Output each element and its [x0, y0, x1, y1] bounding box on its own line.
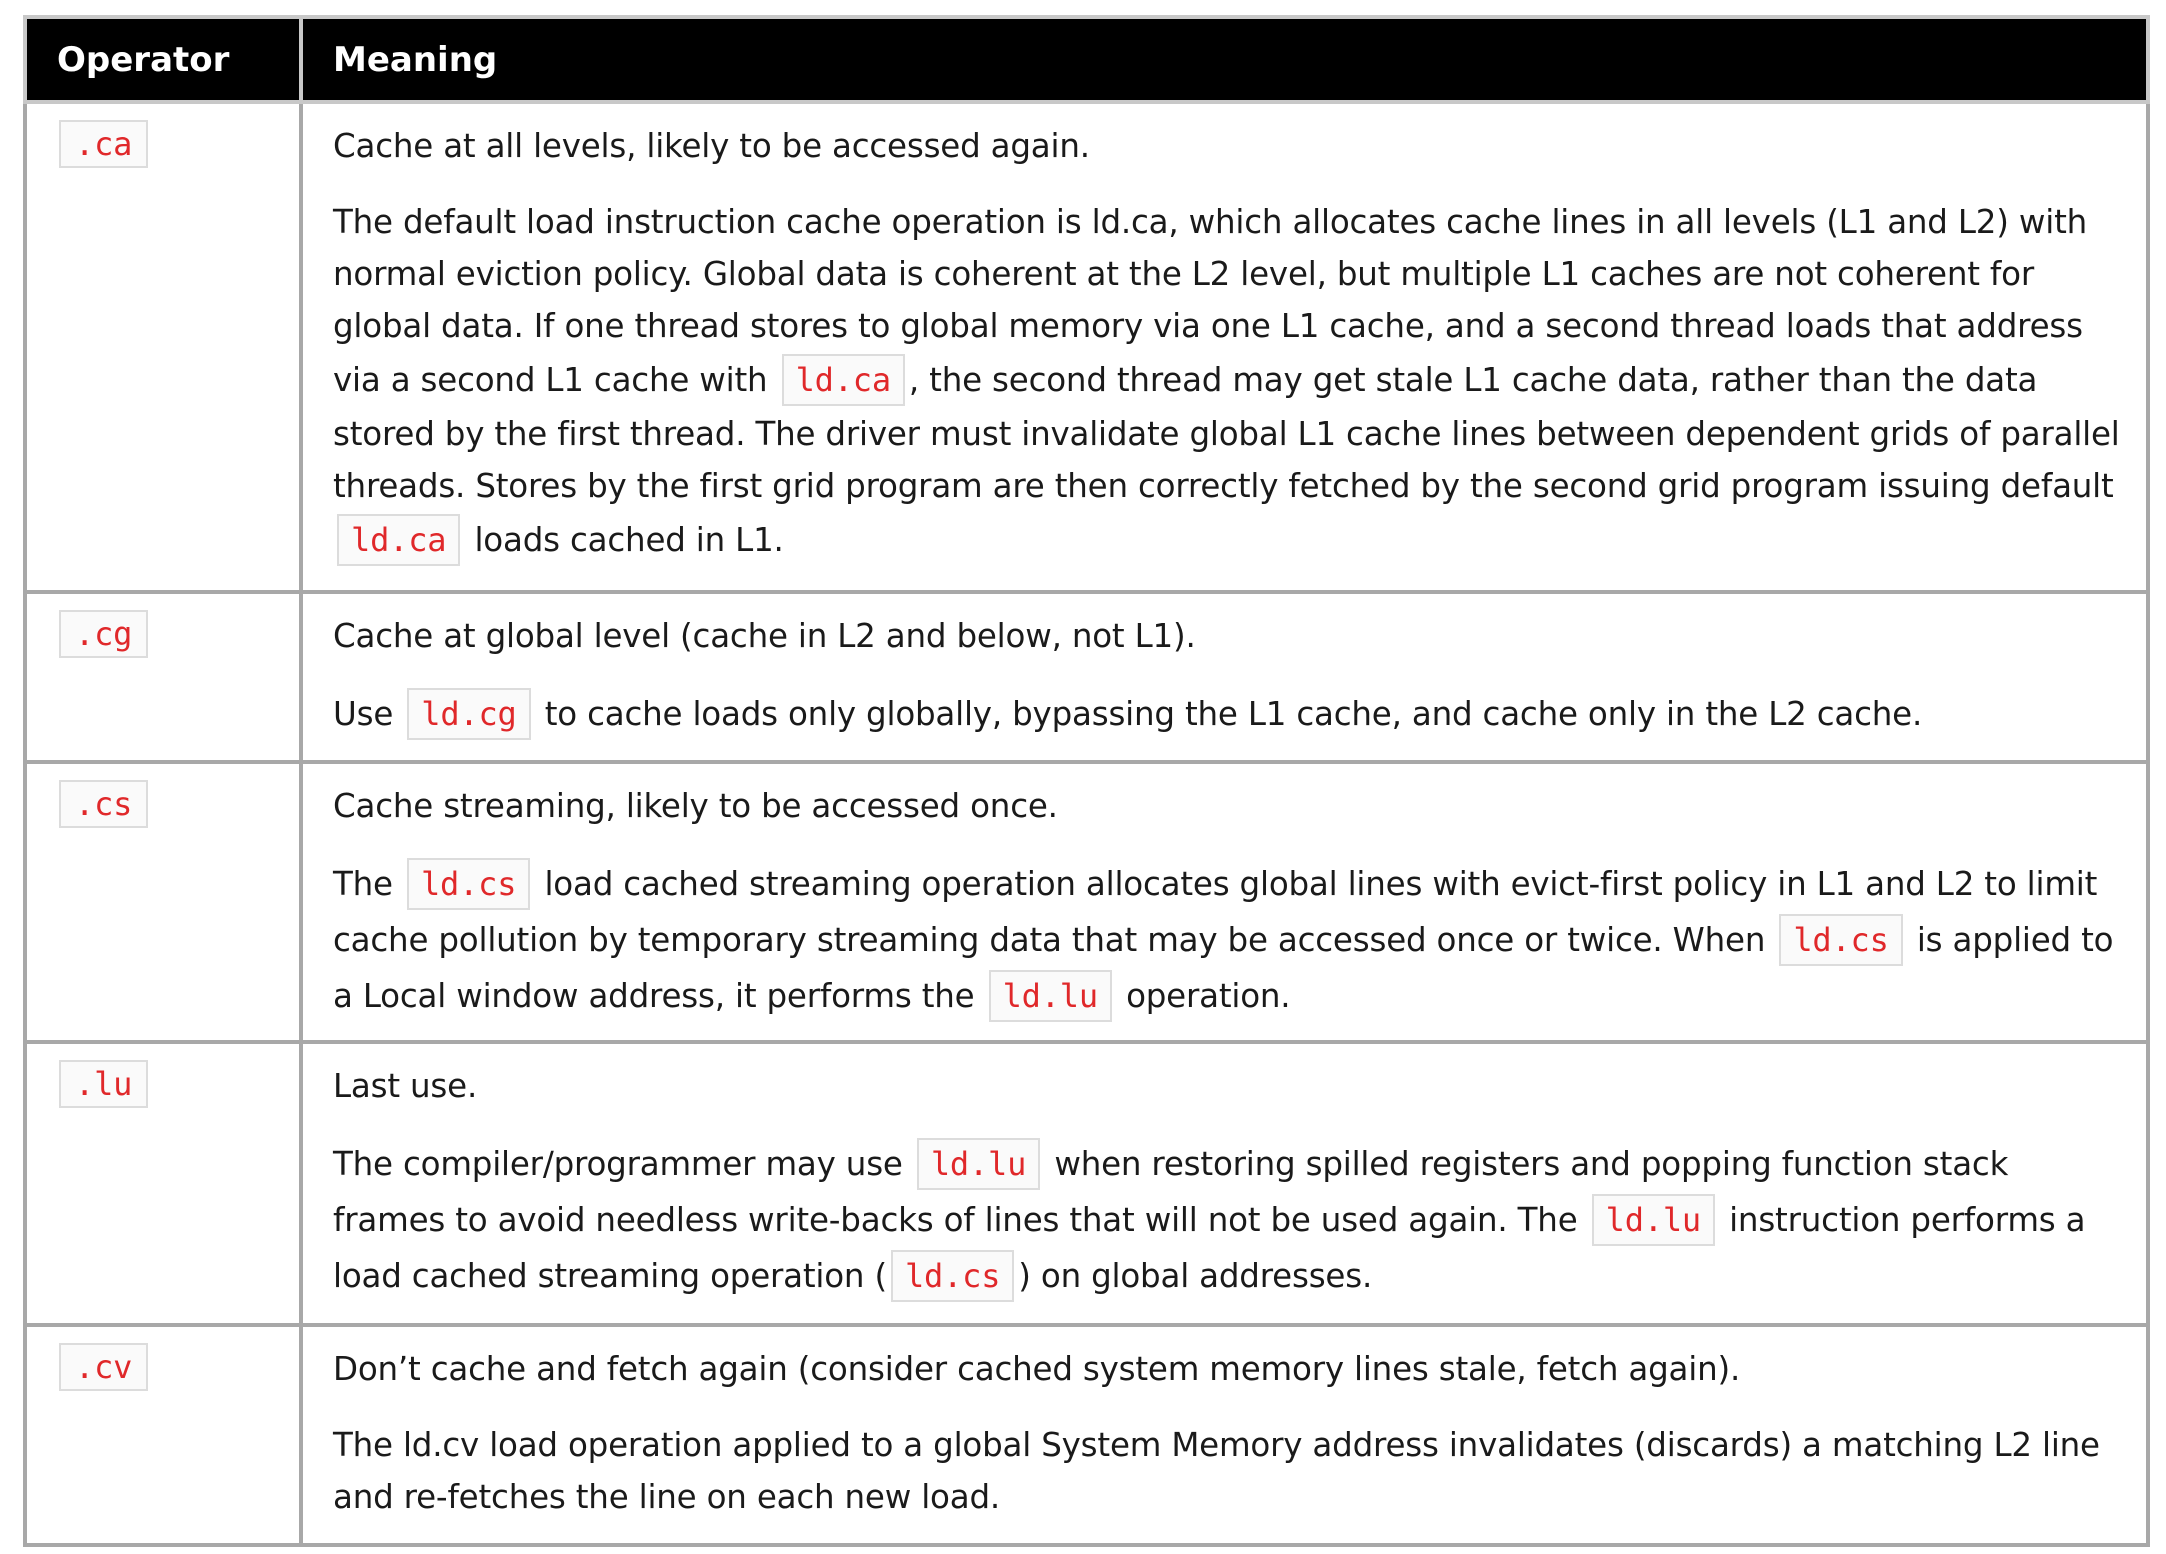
operator-code: .ca	[59, 120, 149, 168]
inline-code: ld.cg	[407, 688, 531, 740]
operator-cell: .cv	[23, 1323, 303, 1547]
meaning-summary: Cache at all levels, likely to be access…	[333, 127, 1090, 165]
details-text: operation.	[1115, 977, 1291, 1015]
meaning-cell: Last use. The compiler/programmer may us…	[299, 1040, 2150, 1327]
header-operator: Operator	[23, 15, 303, 104]
meaning-details: The ld.cs load cached streaming operatio…	[333, 856, 2126, 1024]
details-text: The compiler/programmer may use	[333, 1145, 913, 1183]
table-row: .lu Last use. The compiler/programmer ma…	[23, 1040, 2150, 1327]
header-meaning: Meaning	[299, 15, 2150, 104]
operator-code: .cs	[59, 780, 149, 828]
table-row: .cg Cache at global level (cache in L2 a…	[23, 590, 2150, 764]
operator-code: .lu	[59, 1060, 149, 1108]
inline-code: ld.ca	[781, 354, 905, 406]
operator-cell: .cg	[23, 590, 303, 764]
table-row: .ca Cache at all levels, likely to be ac…	[23, 100, 2150, 594]
meaning-details: The ld.cv load operation applied to a gl…	[333, 1419, 2126, 1523]
meaning-summary: Last use.	[333, 1067, 478, 1105]
inline-code: ld.lu	[1591, 1194, 1715, 1246]
details-text: ) on global addresses.	[1018, 1257, 1373, 1295]
details-text: loads cached in L1.	[464, 521, 784, 559]
meaning-summary: Cache at global level (cache in L2 and b…	[333, 617, 1196, 655]
inline-code: ld.lu	[916, 1138, 1041, 1190]
meaning-cell: Don’t cache and fetch again (consider ca…	[299, 1323, 2150, 1547]
inline-code: ld.cs	[890, 1250, 1015, 1302]
operator-cell: .cs	[23, 760, 303, 1044]
inline-code: ld.cs	[406, 858, 531, 910]
meaning-cell: Cache at global level (cache in L2 and b…	[299, 590, 2150, 764]
details-text: Use	[333, 695, 404, 733]
table-header-row: Operator Meaning	[23, 15, 2150, 104]
table-row: .cv Don’t cache and fetch again (conside…	[23, 1323, 2150, 1547]
operator-cell: .ca	[23, 100, 303, 594]
details-text: to cache loads only globally, bypassing …	[534, 695, 1923, 733]
details-text: The ld.cv load operation applied to a gl…	[333, 1426, 2100, 1516]
meaning-cell: Cache at all levels, likely to be access…	[299, 100, 2150, 594]
table-row: .cs Cache streaming, likely to be access…	[23, 760, 2150, 1044]
cache-operators-table: Operator Meaning .ca Cache at all levels…	[23, 15, 2150, 1547]
meaning-summary: Don’t cache and fetch again (consider ca…	[333, 1350, 1741, 1388]
meaning-summary: Cache streaming, likely to be accessed o…	[333, 787, 1058, 825]
operator-code: .cg	[59, 610, 149, 658]
inline-code: ld.cs	[1779, 914, 1903, 966]
operator-cell: .lu	[23, 1040, 303, 1327]
meaning-details: The compiler/programmer may use ld.lu wh…	[333, 1136, 2126, 1304]
operator-code: .cv	[59, 1343, 149, 1391]
meaning-details: The default load instruction cache opera…	[333, 196, 2126, 568]
inline-code: ld.ca	[337, 514, 461, 566]
details-text: The	[333, 865, 403, 903]
meaning-details: Use ld.cg to cache loads only globally, …	[333, 686, 2126, 742]
cache-operators-table-container: Operator Meaning .ca Cache at all levels…	[23, 15, 2150, 1547]
meaning-cell: Cache streaming, likely to be accessed o…	[299, 760, 2150, 1044]
inline-code: ld.lu	[988, 970, 1112, 1022]
